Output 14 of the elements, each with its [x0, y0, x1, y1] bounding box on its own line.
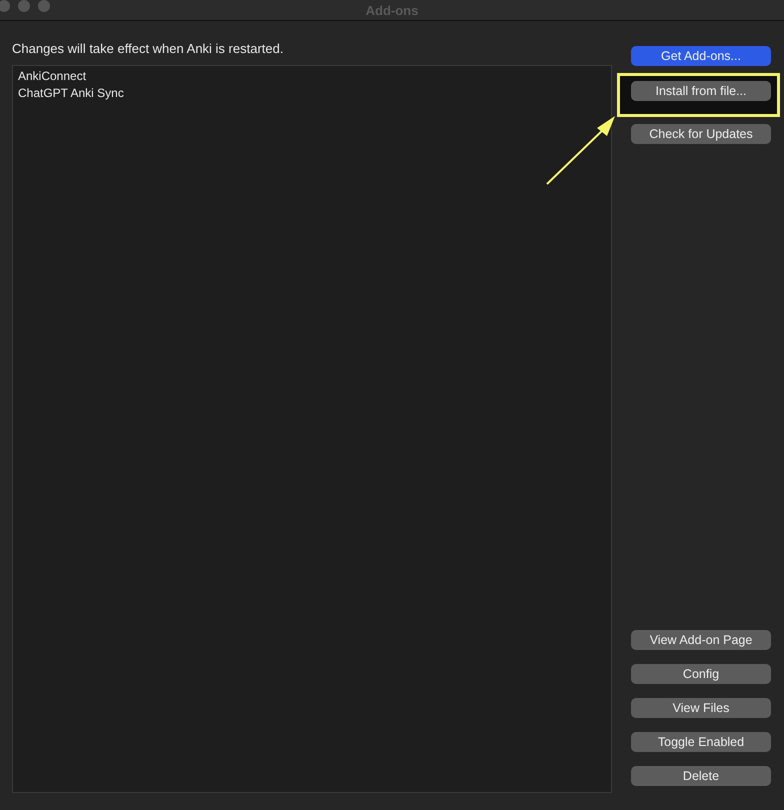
window-control-icon[interactable] [38, 0, 50, 12]
window-control-icon[interactable] [18, 0, 30, 12]
action-button[interactable]: Install from file... [631, 81, 771, 101]
addon-item[interactable]: ChatGPT Anki Sync [18, 85, 606, 102]
action-button[interactable]: Delete [631, 766, 771, 786]
action-button[interactable]: Config [631, 664, 771, 684]
restart-notice: Changes will take effect when Anki is restarted. [12, 40, 284, 58]
action-button[interactable]: View Files [631, 698, 771, 718]
addon-item[interactable]: AnkiConnect [18, 68, 606, 85]
action-button[interactable]: Get Add-ons... [631, 46, 771, 66]
window-control-icon[interactable] [0, 0, 10, 12]
action-button[interactable]: Toggle Enabled [631, 732, 771, 752]
action-button[interactable]: Check for Updates [631, 124, 771, 144]
action-button[interactable]: View Add-on Page [631, 630, 771, 650]
